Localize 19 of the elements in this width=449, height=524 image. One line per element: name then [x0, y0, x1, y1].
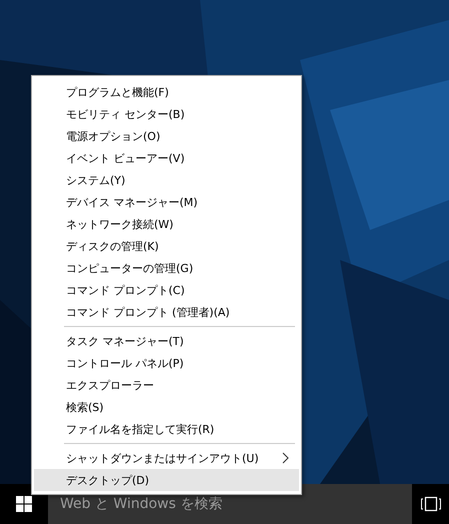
menu-item[interactable]: デバイス マネージャー(M) — [34, 191, 299, 213]
task-view-icon — [420, 496, 442, 512]
menu-item[interactable]: ネットワーク接続(W) — [34, 213, 299, 235]
menu-item[interactable]: モビリティ センター(B) — [34, 103, 299, 125]
menu-item[interactable]: 電源オプション(O) — [34, 125, 299, 147]
menu-item[interactable]: エクスプローラー — [34, 374, 299, 396]
menu-item[interactable]: コマンド プロンプト(C) — [34, 279, 299, 301]
menu-item[interactable]: コントロール パネル(P) — [34, 352, 299, 374]
menu-item[interactable]: デスクトップ(D) — [34, 469, 299, 491]
menu-item[interactable]: シャットダウンまたはサインアウト(U) — [34, 447, 299, 469]
menu-item[interactable]: コンピューターの管理(G) — [34, 257, 299, 279]
menu-item[interactable]: コマンド プロンプト (管理者)(A) — [34, 301, 299, 323]
menu-item[interactable]: タスク マネージャー(T) — [34, 330, 299, 352]
menu-item[interactable]: ディスクの管理(K) — [34, 235, 299, 257]
menu-item[interactable]: イベント ビューアー(V) — [34, 147, 299, 169]
menu-item[interactable]: 検索(S) — [34, 396, 299, 418]
menu-item[interactable]: プログラムと機能(F) — [34, 81, 299, 103]
menu-item[interactable]: ファイル名を指定して実行(R) — [34, 418, 299, 440]
menu-item[interactable]: システム(Y) — [34, 169, 299, 191]
